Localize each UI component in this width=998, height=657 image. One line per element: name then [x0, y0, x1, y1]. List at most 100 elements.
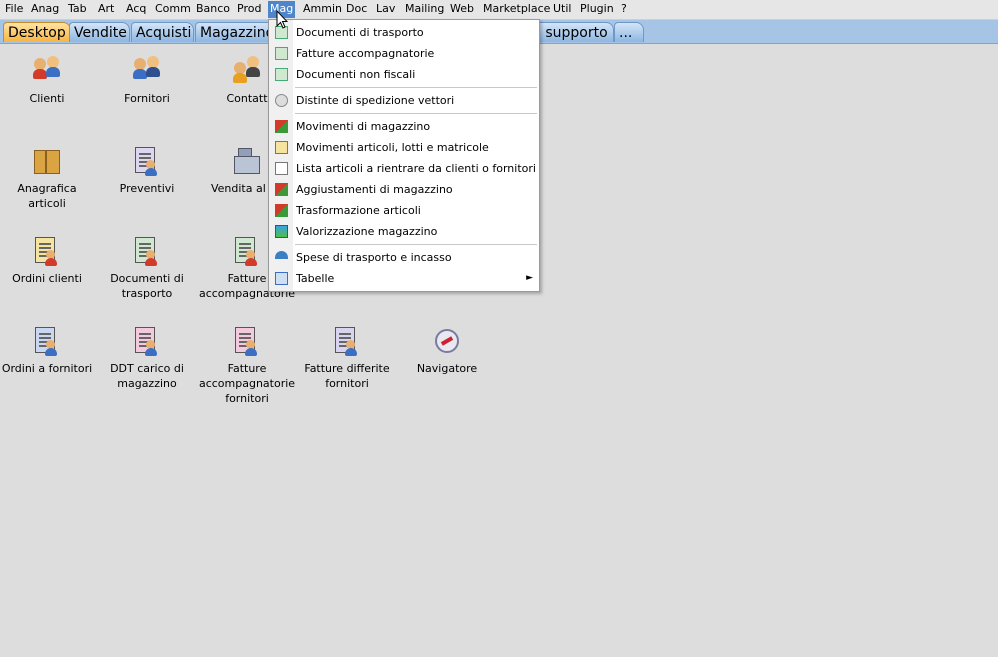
- tab-acquisti[interactable]: Acquisti: [131, 22, 194, 42]
- desktop-item-anagrafica-articoli[interactable]: Anagrafica articoli: [0, 146, 97, 211]
- contacts-icon: [232, 56, 262, 86]
- menu-item-label: Trasformazione articoli: [296, 204, 421, 217]
- desktop-item-label: Navigatore: [416, 362, 478, 375]
- menu-item-label: Fatture accompagnatorie: [296, 47, 435, 60]
- order-document-icon: [32, 236, 62, 266]
- menu-item-spese-trasporto[interactable]: Spese di trasporto e incasso: [269, 247, 539, 268]
- desktop-item-preventivi[interactable]: Preventivi: [97, 146, 197, 196]
- invoice-icon: [275, 47, 288, 60]
- transport-document-icon: [132, 236, 162, 266]
- menu-help[interactable]: ?: [619, 2, 629, 18]
- desktop-item-documenti-trasporto[interactable]: Documenti di trasporto: [97, 236, 197, 301]
- menu-item-label: Valorizzazione magazzino: [296, 225, 438, 238]
- submenu-arrow-icon: ►: [526, 273, 533, 283]
- mag-dropdown-menu: Documenti di trasporto Fatture accompagn…: [268, 19, 540, 292]
- desktop-item-ordini-clienti[interactable]: Ordini clienti: [0, 236, 97, 286]
- desktop-item-ordini-fornitori[interactable]: Ordini a fornitori: [0, 326, 97, 376]
- menu-item-label: Distinte di spedizione vettori: [296, 94, 455, 107]
- tab-vendite[interactable]: Vendite: [69, 22, 130, 42]
- menu-lav[interactable]: Lav: [374, 2, 397, 18]
- menu-marketplace[interactable]: Marketplace: [481, 2, 552, 18]
- menu-item-label: Documenti di trasporto: [296, 26, 424, 39]
- desktop-item-label: Fatture accompagnatorie fornitori: [198, 362, 296, 405]
- desktop-item-label: Ordini clienti: [12, 272, 82, 285]
- desktop-item-fatture-differite-fornitori[interactable]: Fatture differite fornitori: [297, 326, 397, 391]
- menu-item-label: Documenti non fiscali: [296, 68, 416, 81]
- cash-register-icon: [232, 146, 262, 176]
- menu-util[interactable]: Util: [551, 2, 573, 18]
- menu-item-documenti-non-fiscali[interactable]: Documenti non fiscali: [269, 64, 539, 85]
- menu-item-label: Spese di trasporto e incasso: [296, 251, 452, 264]
- tab-supporto[interactable]: i supporto: [532, 22, 614, 42]
- menu-item-lista-articoli-rientrare[interactable]: Lista articoli a rientrare da clienti o …: [269, 158, 539, 179]
- lots-icon: [275, 141, 288, 154]
- supplier-invoice-icon: [232, 326, 262, 356]
- supplier-order-icon: [32, 326, 62, 356]
- tab-more[interactable]: ...: [614, 22, 644, 42]
- document-icon: [275, 68, 288, 81]
- desktop-item-label: Clienti: [29, 92, 65, 105]
- desktop-item-clienti[interactable]: Clienti: [0, 56, 97, 106]
- menu-art[interactable]: Art: [96, 2, 116, 18]
- menu-item-movimenti-magazzino[interactable]: Movimenti di magazzino: [269, 116, 539, 137]
- menu-item-distinte-spedizione[interactable]: Distinte di spedizione vettori: [269, 90, 539, 111]
- desktop-item-label: Ordini a fornitori: [1, 362, 93, 375]
- tab-desktop[interactable]: Desktop: [3, 22, 71, 42]
- menu-item-label: Lista articoli a rientrare da clienti o …: [296, 162, 536, 175]
- menu-item-documenti-trasporto[interactable]: Documenti di trasporto: [269, 22, 539, 43]
- menu-plugin[interactable]: Plugin: [578, 2, 616, 18]
- menu-banco[interactable]: Banco: [194, 2, 232, 18]
- menu-tab[interactable]: Tab: [66, 2, 89, 18]
- deferred-invoice-icon: [332, 326, 362, 356]
- chart-icon: [275, 225, 288, 238]
- mouse-cursor-icon: [276, 10, 288, 29]
- menu-ammin[interactable]: Ammin: [301, 2, 344, 18]
- menu-item-label: Movimenti articoli, lotti e matricole: [296, 141, 489, 154]
- list-icon: [275, 162, 288, 175]
- people-icon: [32, 56, 62, 86]
- desktop-item-label: Documenti di trasporto: [110, 272, 184, 300]
- transform-icon: [275, 204, 288, 217]
- table-icon: [275, 272, 288, 285]
- menu-acq[interactable]: Acq: [124, 2, 148, 18]
- shipping-icon: [275, 94, 288, 107]
- menu-web[interactable]: Web: [448, 2, 476, 18]
- menu-prod[interactable]: Prod: [235, 2, 263, 18]
- menu-item-valorizzazione-magazzino[interactable]: Valorizzazione magazzino: [269, 221, 539, 242]
- desktop-item-label: Fatture differite fornitori: [304, 362, 390, 390]
- menu-file[interactable]: File: [3, 2, 25, 18]
- menu-item-movimenti-articoli[interactable]: Movimenti articoli, lotti e matricole: [269, 137, 539, 158]
- menubar: File Anag Tab Art Acq Comm Banco Prod Ma…: [0, 0, 998, 20]
- desktop-item-fornitori[interactable]: Fornitori: [97, 56, 197, 106]
- menu-separator: [295, 113, 537, 114]
- menu-anag[interactable]: Anag: [29, 2, 61, 18]
- box-icon: [32, 146, 62, 176]
- quote-document-icon: [132, 146, 162, 176]
- compass-icon: [432, 326, 462, 356]
- umbrella-icon: [275, 251, 288, 259]
- menu-item-label: Movimenti di magazzino: [296, 120, 431, 133]
- desktop-item-label: Preventivi: [119, 182, 175, 195]
- menu-mailing[interactable]: Mailing: [403, 2, 446, 18]
- desktop-item-navigatore[interactable]: Navigatore: [397, 326, 497, 376]
- adjustment-icon: [275, 183, 288, 196]
- menu-comm[interactable]: Comm: [153, 2, 193, 18]
- menu-item-label: Aggiustamenti di magazzino: [296, 183, 453, 196]
- tab-magazzino[interactable]: Magazzino: [195, 22, 275, 42]
- menu-item-aggiustamenti-magazzino[interactable]: Aggiustamenti di magazzino: [269, 179, 539, 200]
- desktop-item-label: Fornitori: [124, 92, 170, 105]
- menu-separator: [295, 244, 537, 245]
- menu-separator: [295, 87, 537, 88]
- warehouse-movement-icon: [275, 120, 288, 133]
- menu-item-tabelle[interactable]: Tabelle ►: [269, 268, 539, 289]
- menu-item-label: Tabelle: [296, 272, 335, 285]
- supplier-people-icon: [132, 56, 162, 86]
- ddt-document-icon: [132, 326, 162, 356]
- menu-item-trasformazione-articoli[interactable]: Trasformazione articoli: [269, 200, 539, 221]
- menu-item-fatture-accompagnatorie[interactable]: Fatture accompagnatorie: [269, 43, 539, 64]
- desktop-item-fatture-accompagnatorie-fornitori[interactable]: Fatture accompagnatorie fornitori: [197, 326, 297, 406]
- desktop-item-ddt-carico[interactable]: DDT carico di magazzino: [97, 326, 197, 391]
- desktop-item-label: DDT carico di magazzino: [110, 362, 184, 390]
- desktop-item-label: Anagrafica articoli: [17, 182, 77, 210]
- menu-doc[interactable]: Doc: [344, 2, 369, 18]
